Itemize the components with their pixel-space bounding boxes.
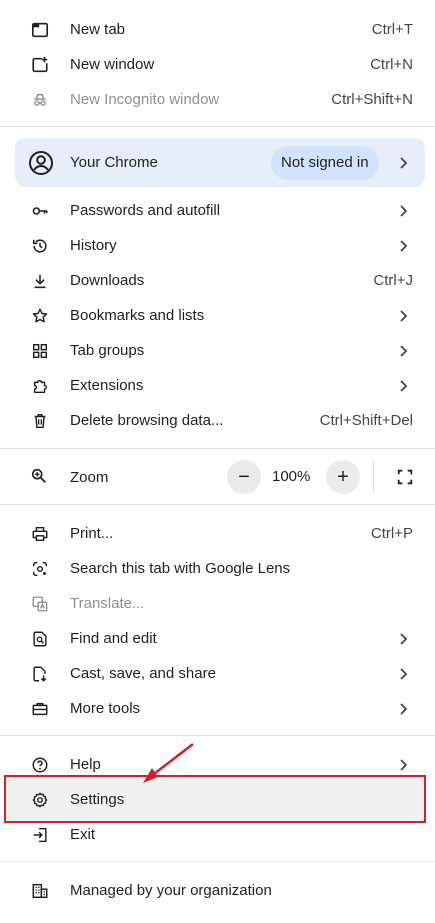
menu-item-delete-browsing-data[interactable]: Delete browsing data... Ctrl+Shift+Del [0,403,435,438]
chrome-main-menu: New tab Ctrl+T New window Ctrl+N New Inc… [0,0,435,923]
history-icon [30,236,50,256]
menu-item-label: Downloads [70,272,145,289]
menu-item-label: Tab groups [70,342,145,359]
menu-item-label: History [70,237,117,254]
chevron-right-icon [399,667,409,681]
menu-item-label: Settings [70,791,125,808]
tab-groups-icon [30,341,50,361]
incognito-icon [30,90,50,110]
gear-icon [30,790,50,810]
shortcut: Ctrl+N [370,56,413,73]
menu-item-label: New tab [70,21,126,38]
divider [0,861,435,862]
chevron-right-icon [399,632,409,646]
menu-item-label: Find and edit [70,630,157,647]
divider [373,460,374,494]
menu-item-label: Search this tab with Google Lens [70,560,291,577]
menu-item-label: New window [70,56,155,73]
zoom-level: 100% [272,468,311,485]
chevron-right-icon [399,379,409,393]
new-window-icon [30,55,50,75]
building-icon [30,881,50,901]
menu-item-label: Cast, save, and share [70,665,216,682]
menu-item-label: Translate... [70,595,145,612]
chevron-right-icon [399,309,409,323]
menu-item-label: Passwords and autofill [70,202,221,219]
chevron-right-icon [399,702,409,716]
chevron-right-icon [399,204,409,218]
new-tab-icon [30,20,50,40]
fullscreen-icon [397,469,413,485]
divider [0,126,435,127]
zoom-label: Zoom [70,469,109,486]
shortcut: Ctrl+T [371,21,413,38]
menu-item-extensions[interactable]: Extensions [0,368,435,403]
menu-item-downloads[interactable]: Downloads Ctrl+J [0,263,435,298]
profile-label: Your Chrome [70,154,158,171]
zoom-icon [30,467,50,487]
menu-item-label: Extensions [70,377,144,394]
your-chrome-profile-row[interactable]: Your Chrome Not signed in [15,138,425,187]
trash-icon [30,411,50,431]
cast-save-icon [30,664,50,684]
chevron-right-icon [399,239,409,253]
chevron-right-icon [399,758,409,772]
find-icon [30,629,50,649]
menu-item-label: Bookmarks and lists [70,307,205,324]
translate-icon [30,594,50,614]
menu-item-print[interactable]: Print... Ctrl+P [0,516,435,551]
menu-item-new-window[interactable]: New window Ctrl+N [0,47,435,82]
menu-item-label: Delete browsing data... [70,412,224,429]
menu-item-translate[interactable]: Translate... [0,586,435,621]
menu-item-label: Exit [70,826,96,843]
menu-item-label: More tools [70,700,141,717]
menu-item-label: Managed by your organization [70,882,272,899]
print-icon [30,524,50,544]
chevron-right-icon [399,156,409,170]
key-icon [30,201,50,221]
account-circle-icon [28,150,54,176]
menu-item-more-tools[interactable]: More tools [0,691,435,726]
fullscreen-button[interactable] [388,460,422,494]
menu-item-passwords-and-autofill[interactable]: Passwords and autofill [0,193,435,228]
shortcut: Ctrl+Shift+Del [319,412,413,429]
managed-by-organization[interactable]: Managed by your organization [0,873,435,908]
puzzle-icon [30,376,50,396]
menu-item-find-and-edit[interactable]: Find and edit [0,621,435,656]
menu-item-label: Print... [70,525,114,542]
menu-item-label: Help [70,756,101,773]
menu-item-cast-save-share[interactable]: Cast, save, and share [0,656,435,691]
menu-item-new-incognito-window[interactable]: New Incognito window Ctrl+Shift+N [0,82,435,117]
menu-item-history[interactable]: History [0,228,435,263]
star-icon [30,306,50,326]
menu-item-google-lens[interactable]: Search this tab with Google Lens [0,551,435,586]
zoom-row: Zoom − 100% + [0,454,435,500]
shortcut: Ctrl+J [373,272,413,289]
menu-item-new-tab[interactable]: New tab Ctrl+T [0,12,435,47]
chevron-right-icon [399,344,409,358]
divider [0,735,435,736]
zoom-in-button[interactable]: + [326,460,360,494]
zoom-out-button[interactable]: − [227,460,261,494]
divider [0,504,435,505]
menu-item-exit[interactable]: Exit [0,817,435,852]
download-icon [30,271,50,291]
divider [0,448,435,449]
shortcut: Ctrl+Shift+N [331,91,413,108]
menu-item-label: New Incognito window [70,91,220,108]
exit-icon [30,825,50,845]
shortcut: Ctrl+P [370,525,413,542]
sign-in-status-badge[interactable]: Not signed in [271,145,379,180]
menu-item-tab-groups[interactable]: Tab groups [0,333,435,368]
lens-icon [30,559,50,579]
menu-item-settings[interactable]: Settings [0,782,435,817]
help-icon [30,755,50,775]
menu-item-bookmarks-and-lists[interactable]: Bookmarks and lists [0,298,435,333]
toolbox-icon [30,699,50,719]
